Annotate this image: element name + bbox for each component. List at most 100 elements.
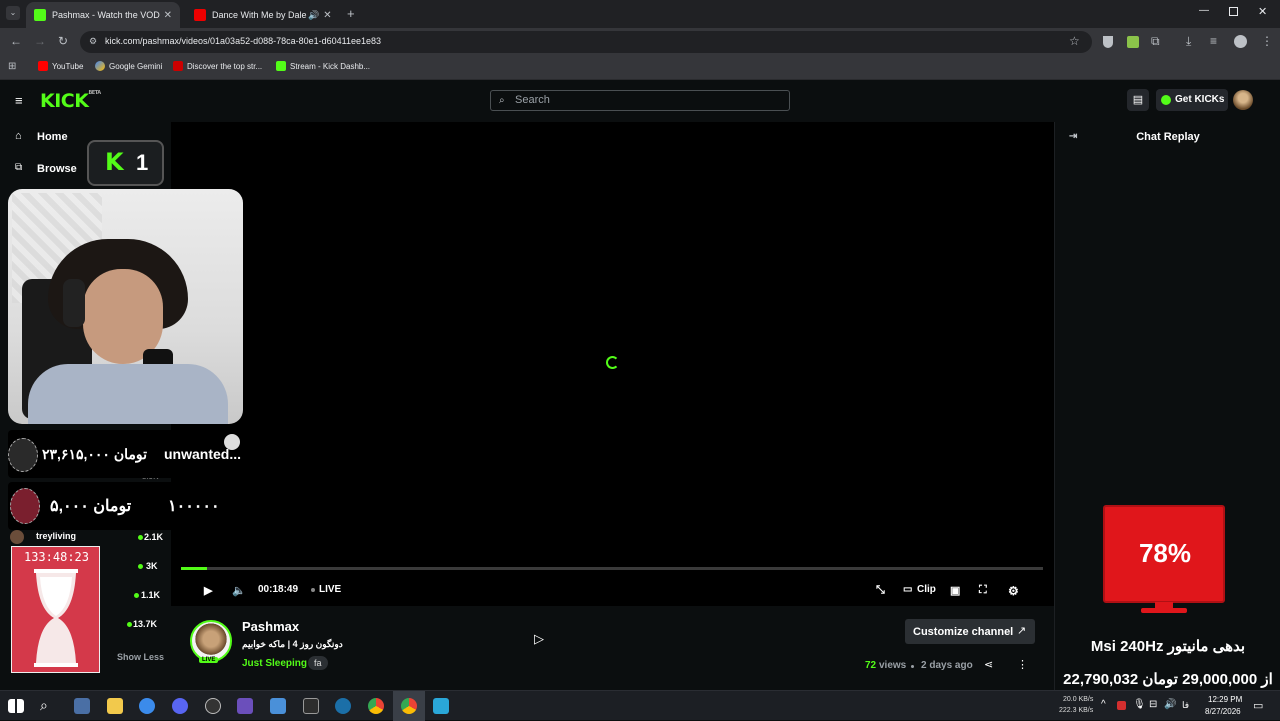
back-icon[interactable]: ← xyxy=(10,34,22,48)
live-dot-icon xyxy=(138,535,143,540)
reload-icon[interactable]: ↻ xyxy=(58,34,68,48)
youtube-icon xyxy=(38,61,48,71)
bookmark-gemini[interactable]: Google Gemini xyxy=(95,61,162,71)
tray-time[interactable]: 12:29 PM xyxy=(1208,695,1242,704)
viewer-count: 1.1K xyxy=(141,590,161,600)
tray-chevron-icon[interactable]: ^ xyxy=(1101,699,1106,710)
tab-list-icon[interactable]: ⌄ xyxy=(6,6,20,20)
browser-tab-dance[interactable]: Dance With Me by Dale Ti 🔊 ✕ xyxy=(186,2,340,28)
site-header: ≡ KICKBETA ⌕ Search ▤ Get KICKs xyxy=(0,80,1280,122)
site-info-icon[interactable]: ⚙ xyxy=(89,36,97,47)
calculator-icon[interactable] xyxy=(74,698,90,714)
monitor-goal-progress: 22,790,032 از 29,000,000 تومان xyxy=(1063,671,1273,688)
share-icon[interactable]: ⋖ xyxy=(984,658,993,671)
tool-icon[interactable] xyxy=(270,698,286,714)
picture-in-picture-icon[interactable]: ▣ xyxy=(950,584,960,597)
close-window-icon[interactable]: ✕ xyxy=(1258,5,1267,18)
live-button[interactable]: LIVE xyxy=(319,584,341,595)
language-tag[interactable]: fa xyxy=(308,656,328,670)
tray-date[interactable]: 8/27/2026 xyxy=(1205,707,1241,716)
theater-mode-icon[interactable]: ⤡ xyxy=(876,584,885,597)
search-icon[interactable]: ⌕ xyxy=(40,697,48,714)
donor-name: ۱۰۰۰۰۰ xyxy=(168,498,220,515)
webcam-feed xyxy=(8,189,243,424)
browser-blue-icon[interactable] xyxy=(139,698,155,714)
discord-icon[interactable] xyxy=(172,698,188,714)
file-explorer-icon[interactable] xyxy=(107,698,123,714)
bookmark-discover[interactable]: Discover the top str... xyxy=(173,61,262,71)
show-less-button[interactable]: Show Less xyxy=(117,652,164,662)
browser-tab-pashmax[interactable]: Pashmax - Watch the VOD on K ✕ xyxy=(26,2,180,28)
tray-volume-icon[interactable]: 🔊 xyxy=(1164,699,1176,710)
forward-icon[interactable]: → xyxy=(34,34,46,48)
close-tab-icon[interactable]: ✕ xyxy=(323,10,331,21)
kick-counter-value: 1 xyxy=(136,150,149,175)
menu-kebab-icon[interactable]: ⋮ xyxy=(1261,34,1273,48)
notifications-icon[interactable]: ▭ xyxy=(1253,699,1263,712)
kick-counter-overlay: K 1 xyxy=(87,140,164,186)
start-windows-icon[interactable] xyxy=(8,699,24,713)
profile-icon[interactable] xyxy=(1234,35,1247,48)
viewer-count: 13.7K xyxy=(133,619,158,629)
tray-antivirus-icon[interactable] xyxy=(1117,701,1126,710)
cursor-icon: ▷ xyxy=(534,631,544,646)
channel-avatar[interactable] xyxy=(190,620,232,662)
kick-icon xyxy=(276,61,286,71)
sidebar-channel-treyliving[interactable]: treyliving 2.1K xyxy=(10,530,163,544)
hamburger-menu-icon[interactable]: ≡ xyxy=(15,93,23,108)
user-avatar[interactable] xyxy=(1233,90,1253,110)
collapse-chat-icon[interactable]: ⇥ xyxy=(1069,122,1077,152)
bookmark-star-icon[interactable]: ☆ xyxy=(1069,34,1080,48)
dashboard-icon[interactable]: ▤ xyxy=(1127,89,1149,111)
obs-icon[interactable] xyxy=(205,698,221,714)
minimize-icon[interactable]: — xyxy=(1199,5,1209,16)
donation-amount: ۵,۰۰۰ تومان xyxy=(50,498,132,515)
tray-language[interactable]: فا xyxy=(1182,700,1189,711)
chat-panel: ⇥ Chat Replay 78% Msi 240Hz بدهی مانیتور… xyxy=(1054,122,1280,690)
video-progress-bar[interactable] xyxy=(181,567,1043,570)
hourglass-graphic xyxy=(34,569,78,667)
extension-green-icon[interactable] xyxy=(1127,36,1139,48)
avatar xyxy=(10,530,24,544)
hourglass-icon xyxy=(32,569,80,667)
vpn-icon[interactable] xyxy=(433,698,449,714)
address-bar[interactable]: ⚙ kick.com/pashmax/videos/01a03a52-d088-… xyxy=(80,31,1092,53)
bookmark-kick-dashboard[interactable]: Stream - Kick Dashb... xyxy=(276,61,370,71)
clip-button[interactable]: Clip xyxy=(917,584,936,595)
epic-games-icon[interactable] xyxy=(303,698,319,714)
kick-logo[interactable]: KICKBETA xyxy=(40,90,101,112)
audio-playing-icon[interactable]: 🔊 xyxy=(308,10,319,21)
steam-icon[interactable] xyxy=(335,698,351,714)
new-tab-button[interactable]: + xyxy=(347,6,355,21)
play-icon[interactable]: ▶ xyxy=(204,584,212,597)
get-kicks-button[interactable]: Get KICKs xyxy=(1156,89,1228,111)
clip-icon[interactable]: ▭ xyxy=(903,584,912,595)
extensions-puzzle-icon[interactable]: ⧉ xyxy=(1151,34,1160,49)
customize-channel-button[interactable]: Customize channel ↗ xyxy=(905,619,1035,644)
volume-icon[interactable]: 🔈 xyxy=(232,584,246,597)
nav-browse[interactable]: Browse xyxy=(37,163,77,175)
settings-gear-icon[interactable]: ⚙ xyxy=(1008,584,1019,598)
restore-icon[interactable] xyxy=(1229,7,1238,16)
more-options-icon[interactable]: ⋮ xyxy=(1017,658,1028,671)
loading-spinner-icon xyxy=(606,356,619,369)
extension-shield-icon[interactable] xyxy=(1103,36,1113,48)
close-tab-icon[interactable]: ✕ xyxy=(164,10,172,21)
category-link[interactable]: Just Sleeping xyxy=(242,658,307,669)
nav-home[interactable]: Home xyxy=(37,131,68,143)
chrome-icon[interactable] xyxy=(368,698,384,714)
tray-mic-icon[interactable]: 🎙 xyxy=(1133,699,1146,710)
tray-network-icon[interactable]: ⊟ xyxy=(1149,699,1157,710)
channel-name[interactable]: Pashmax xyxy=(242,619,299,634)
skype-icon[interactable] xyxy=(237,698,253,714)
red-site-icon xyxy=(173,61,183,71)
search-input[interactable]: ⌕ Search xyxy=(490,90,790,111)
video-player[interactable]: ▶ 🔈 00:18:49 LIVE ⤡ ▭ Clip ▣ ⛶ ⚙ xyxy=(171,122,1054,606)
media-control-icon[interactable]: ≡ xyxy=(1210,34,1217,48)
bookmark-youtube[interactable]: YouTube xyxy=(38,61,83,71)
download-icon[interactable]: ⤓ xyxy=(1186,34,1191,49)
channel-name: treyliving xyxy=(36,531,77,541)
chrome-active-icon[interactable] xyxy=(401,698,417,714)
fullscreen-icon[interactable]: ⛶ xyxy=(979,584,987,597)
apps-grid-icon[interactable]: ⊞ xyxy=(8,61,16,72)
